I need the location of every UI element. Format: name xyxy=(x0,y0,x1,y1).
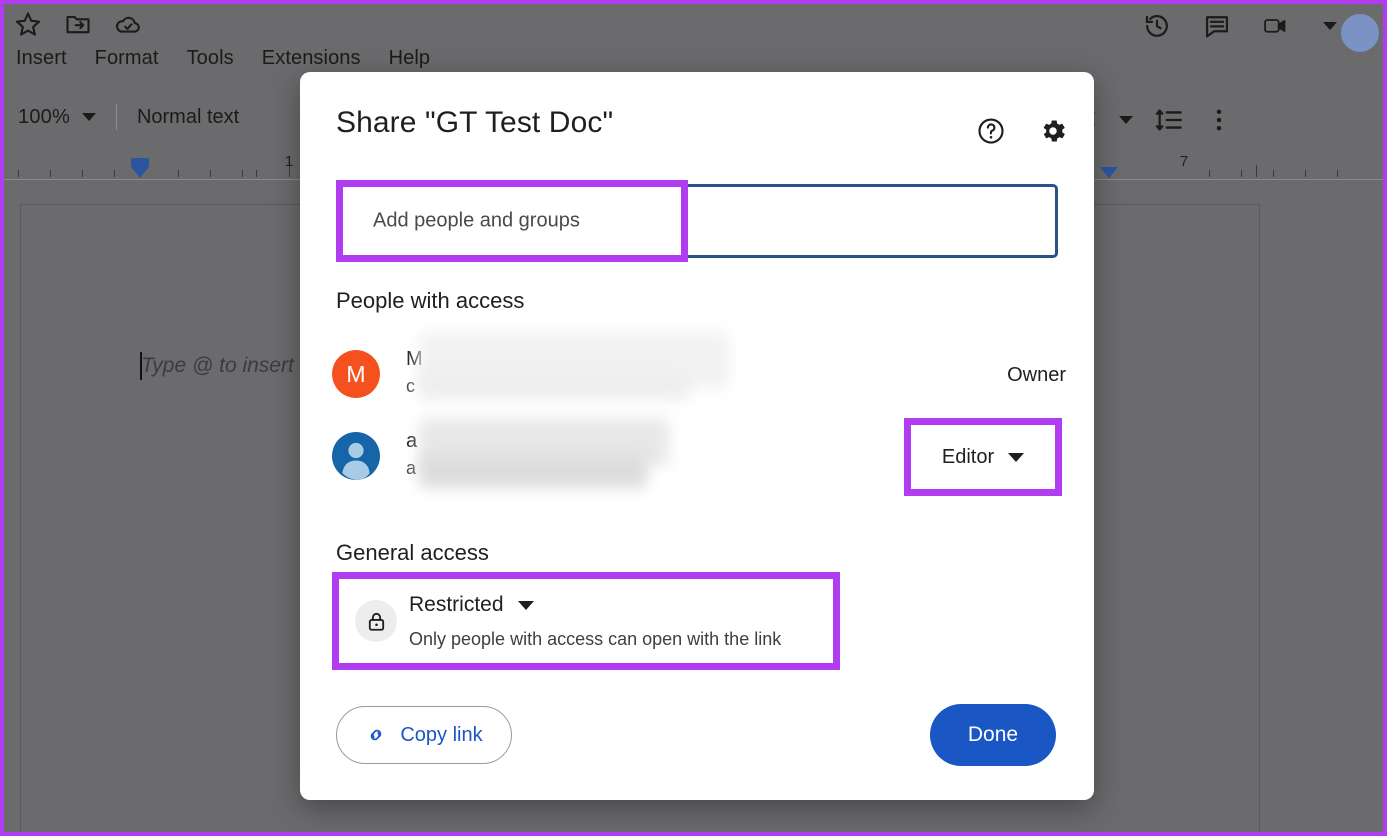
move-to-folder-icon[interactable] xyxy=(64,10,92,38)
first-line-indent-marker[interactable] xyxy=(131,158,149,167)
add-people-row: Add people and groups xyxy=(336,180,1058,262)
meet-chevron-down-icon[interactable] xyxy=(1323,22,1337,30)
dialog-header: Share "GT Test Doc" xyxy=(300,72,1094,170)
copy-link-label: Copy link xyxy=(400,723,483,746)
screenshot-root: Insert Format Tools Extensions Help 100%… xyxy=(0,0,1387,836)
link-icon xyxy=(365,724,387,746)
meet-camera-icon[interactable] xyxy=(1263,12,1291,40)
avatar-initial: M xyxy=(346,360,366,387)
lock-icon xyxy=(355,600,397,642)
align-chevron-down-icon[interactable] xyxy=(1119,116,1133,124)
general-access-heading: General access xyxy=(336,540,489,565)
zoom-chevron-down-icon[interactable] xyxy=(81,113,96,121)
person-role-owner: Owner xyxy=(1007,364,1066,386)
paragraph-style-value[interactable]: Normal text xyxy=(137,106,239,129)
menu-item-help[interactable]: Help xyxy=(389,47,431,70)
menu-item-insert[interactable]: Insert xyxy=(16,47,67,70)
person-role-dropdown-editor[interactable]: Editor xyxy=(904,418,1062,496)
table-row[interactable]: M M c xyxy=(332,332,1058,410)
ruler-label-7: 7 xyxy=(1179,153,1189,170)
settings-gear-icon[interactable] xyxy=(1038,116,1068,146)
account-avatar[interactable] xyxy=(1341,14,1379,52)
chevron-down-icon xyxy=(1008,452,1025,462)
version-history-icon[interactable] xyxy=(1143,12,1171,40)
avatar: M xyxy=(332,350,380,398)
done-button[interactable]: Done xyxy=(930,704,1056,766)
menu-item-extensions[interactable]: Extensions xyxy=(262,47,361,70)
zoom-level-value[interactable]: 100% xyxy=(18,106,70,129)
docs-top-right-icons xyxy=(1143,12,1337,40)
toolbar-divider xyxy=(115,104,117,130)
general-access-value: Restricted xyxy=(409,593,504,616)
avatar xyxy=(332,432,380,480)
person-info: M c xyxy=(406,332,1058,400)
document-placeholder-text: Type @ to insert xyxy=(141,354,294,377)
help-icon[interactable] xyxy=(976,116,1006,146)
more-options-icon[interactable] xyxy=(1205,106,1233,134)
comment-icon[interactable] xyxy=(1203,12,1231,40)
add-people-placeholder: Add people and groups xyxy=(373,209,580,232)
general-access-control[interactable]: Restricted Only people with access can o… xyxy=(332,572,840,670)
people-with-access-heading: People with access xyxy=(336,288,525,313)
general-access-description: Only people with access can open with th… xyxy=(409,629,782,649)
redaction-overlay xyxy=(419,454,647,488)
right-indent-marker[interactable] xyxy=(1100,167,1118,178)
ruler-label-1: 1 xyxy=(284,153,294,170)
line-spacing-icon[interactable] xyxy=(1155,106,1183,134)
share-dialog: Share "GT Test Doc" Add people and group… xyxy=(300,72,1094,800)
docs-format-toolbar: 100% Normal text xyxy=(18,104,239,130)
person-email: c xyxy=(406,376,415,396)
redaction-overlay xyxy=(419,370,689,400)
cloud-saved-icon[interactable] xyxy=(114,10,142,38)
docs-quick-icons xyxy=(14,10,142,38)
left-indent-marker[interactable] xyxy=(131,167,149,178)
dialog-header-icons xyxy=(976,116,1068,146)
role-value: Editor xyxy=(941,445,995,468)
chevron-down-icon xyxy=(517,600,534,610)
menu-item-format[interactable]: Format xyxy=(95,47,159,70)
copy-link-button[interactable]: Copy link xyxy=(336,706,512,764)
star-icon[interactable] xyxy=(14,10,42,38)
menu-item-tools[interactable]: Tools xyxy=(187,47,234,70)
dialog-title: Share "GT Test Doc" xyxy=(336,106,614,139)
docs-menubar: Insert Format Tools Extensions Help xyxy=(16,47,430,70)
person-email: a xyxy=(406,458,417,478)
general-access-value-row[interactable]: Restricted xyxy=(409,593,534,617)
person-name: a xyxy=(406,430,418,452)
